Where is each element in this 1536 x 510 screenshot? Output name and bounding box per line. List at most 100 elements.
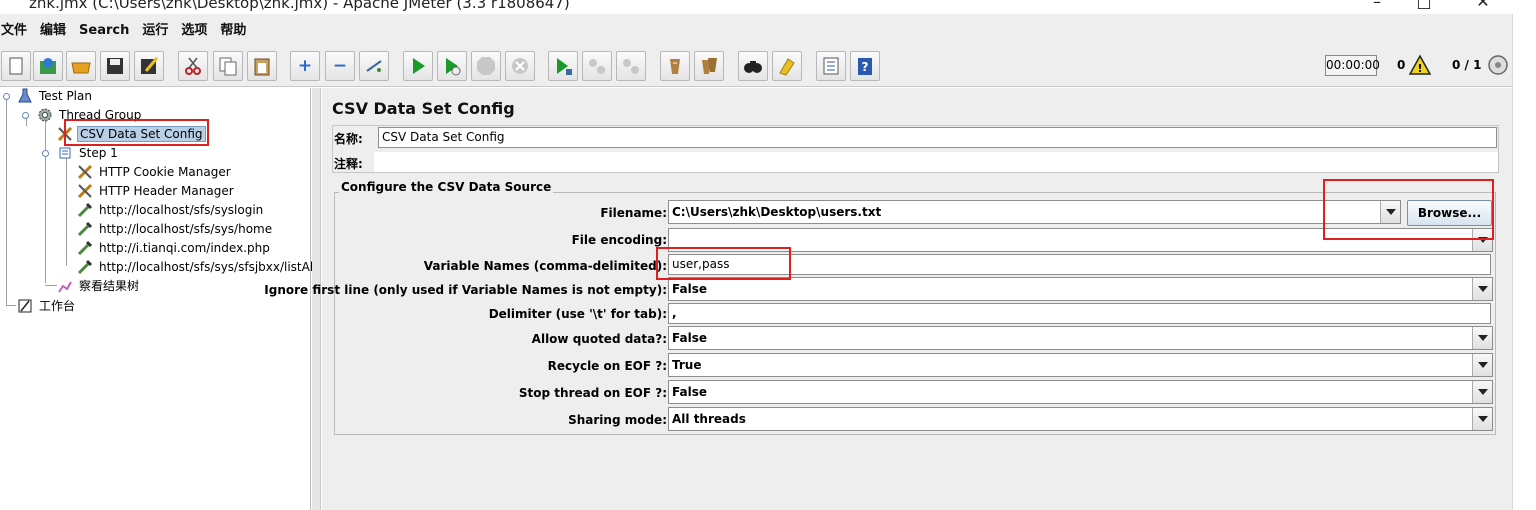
menu-help[interactable]: 帮助 (214, 14, 253, 47)
tree-line (26, 118, 27, 126)
delimiter-label: Delimiter (use '\t' for tab): (488, 307, 667, 321)
tree-node-label: Step 1 (79, 145, 118, 160)
filename-label: Filename: (600, 206, 667, 220)
tree-expand-handle[interactable] (42, 150, 49, 157)
tree-node-request[interactable]: http://localhost/sfs/sys/sfsjbxx/listAll (76, 257, 319, 276)
toolbar: + − ? 00:00:00 0 ! 0 / 1 (0, 47, 1512, 87)
tree-node-label: 察看结果树 (79, 279, 140, 293)
split-pane-divider[interactable] (312, 88, 321, 510)
new-icon[interactable] (1, 51, 31, 81)
varnames-label: Variable Names (comma-delimited): (423, 259, 667, 273)
clear-icon[interactable] (660, 51, 690, 81)
sharing-mode-combo[interactable]: All threads (668, 407, 1493, 431)
save-as-icon[interactable] (134, 51, 164, 81)
filename-combo[interactable]: C:\Users\zhk\Desktop\users.txt (668, 200, 1401, 224)
paste-icon[interactable] (247, 51, 277, 81)
help-icon[interactable]: ? (850, 51, 880, 81)
svg-text:!: ! (1417, 62, 1422, 75)
tree-node-label: http://localhost/sfs/syslogin (99, 202, 264, 217)
recycle-combo[interactable]: True (668, 353, 1493, 377)
tree-node-request[interactable]: http://localhost/sfs/syslogin (76, 200, 265, 219)
tree-node-request[interactable]: http://localhost/sfs/sys/home (76, 219, 274, 238)
tree-node-header-manager[interactable]: HTTP Header Manager (76, 181, 236, 200)
save-icon[interactable] (100, 51, 130, 81)
delimiter-field[interactable]: , (668, 303, 1491, 324)
chevron-down-icon[interactable] (1472, 408, 1492, 430)
thread-count: 0 / 1 (1452, 58, 1482, 72)
menu-edit[interactable]: 编辑 (34, 14, 73, 47)
tree-node-label: http://i.tianqi.com/index.php (99, 240, 270, 255)
menu-search[interactable]: Search (73, 14, 136, 47)
remote-stop-icon[interactable] (582, 51, 612, 81)
panel-title: CSV Data Set Config (332, 99, 515, 118)
tree-node-label: HTTP Header Manager (99, 183, 234, 198)
pipette-icon (76, 201, 94, 219)
varnames-field[interactable]: user,pass (668, 254, 1491, 275)
menu-bar: 文件 编辑 Search 运行 选项 帮助 (0, 14, 1512, 47)
test-plan-tree: Test Plan Thread Group CSV Data Set Conf… (0, 86, 317, 510)
group-title: Configure the CSV Data Source (339, 180, 554, 194)
chevron-down-icon[interactable] (1472, 381, 1492, 403)
search-icon[interactable] (738, 51, 768, 81)
chevron-down-icon[interactable] (1472, 354, 1492, 376)
tools-icon (76, 163, 94, 181)
quoted-value: False (672, 331, 707, 345)
start-no-pause-icon[interactable] (437, 51, 467, 81)
stop-thread-combo[interactable]: False (668, 380, 1493, 404)
tree-node-label: HTTP Cookie Manager (99, 164, 231, 179)
tree-line (66, 156, 67, 266)
comment-field[interactable] (374, 152, 1498, 172)
cut-icon[interactable] (178, 51, 208, 81)
tree-node-results-tree[interactable]: 察看结果树 (56, 276, 141, 295)
controller-icon (56, 144, 74, 162)
recycle-value: True (672, 358, 702, 372)
pipette-icon (76, 258, 94, 276)
menu-options[interactable]: 选项 (175, 14, 214, 47)
stop-thread-label: Stop thread on EOF ?: (518, 386, 667, 400)
collapse-icon[interactable]: − (325, 51, 355, 81)
warning-icon[interactable]: ! (1409, 54, 1431, 76)
flask-icon (16, 87, 34, 105)
recycle-label: Recycle on EOF ?: (547, 359, 667, 373)
name-field[interactable]: CSV Data Set Config (378, 127, 1497, 148)
reset-search-icon[interactable] (772, 51, 802, 81)
clear-all-icon[interactable] (694, 51, 724, 81)
open-icon[interactable] (66, 51, 96, 81)
encoding-label: File encoding: (571, 233, 667, 247)
toggle-icon[interactable] (359, 51, 389, 81)
annotation-box-varnames (656, 247, 791, 280)
tree-expand-handle[interactable] (3, 93, 10, 100)
gear-icon (36, 106, 54, 124)
tree-line (6, 98, 7, 306)
start-icon[interactable] (403, 51, 433, 81)
function-helper-icon[interactable] (816, 51, 846, 81)
menu-file[interactable]: 文件 (0, 14, 34, 47)
tree-node-label: http://localhost/sfs/sys/sfsjbxx/listAll (99, 259, 317, 274)
filename-value: C:\Users\zhk\Desktop\users.txt (672, 205, 882, 219)
tree-node-cookie-manager[interactable]: HTTP Cookie Manager (76, 162, 233, 181)
templates-icon[interactable] (33, 51, 63, 81)
minimize-icon[interactable]: – (1362, 0, 1392, 11)
chevron-down-icon[interactable] (1472, 327, 1492, 349)
tree-node-request[interactable]: http://i.tianqi.com/index.php (76, 238, 272, 257)
window-title: zhk.jmx (C:\Users\zhk\Desktop\zhk.jmx) -… (29, 0, 570, 12)
tree-node-label: http://localhost/sfs/sys/home (99, 221, 273, 236)
quoted-combo[interactable]: False (668, 326, 1493, 350)
maximize-icon[interactable]: □ (1409, 0, 1439, 11)
menu-run[interactable]: 运行 (136, 14, 175, 47)
tree-node-workbench[interactable]: 工作台 (16, 296, 77, 315)
stop-icon[interactable] (471, 51, 501, 81)
expand-icon[interactable]: + (290, 51, 320, 81)
remote-shutdown-icon[interactable] (616, 51, 646, 81)
close-icon[interactable]: ✕ (1468, 0, 1498, 11)
ignore-first-line-combo[interactable]: False (668, 277, 1493, 301)
error-count: 0 (1397, 58, 1406, 72)
ignore-first-line-label: Ignore first line (only used if Variable… (264, 283, 667, 297)
copy-icon[interactable] (213, 51, 243, 81)
tree-expand-handle[interactable] (22, 112, 29, 119)
shutdown-icon[interactable] (505, 51, 535, 81)
chevron-down-icon[interactable] (1472, 278, 1492, 300)
tree-node-test-plan[interactable]: Test Plan (16, 86, 94, 105)
remote-start-icon[interactable] (548, 51, 578, 81)
stop-thread-value: False (672, 385, 707, 399)
